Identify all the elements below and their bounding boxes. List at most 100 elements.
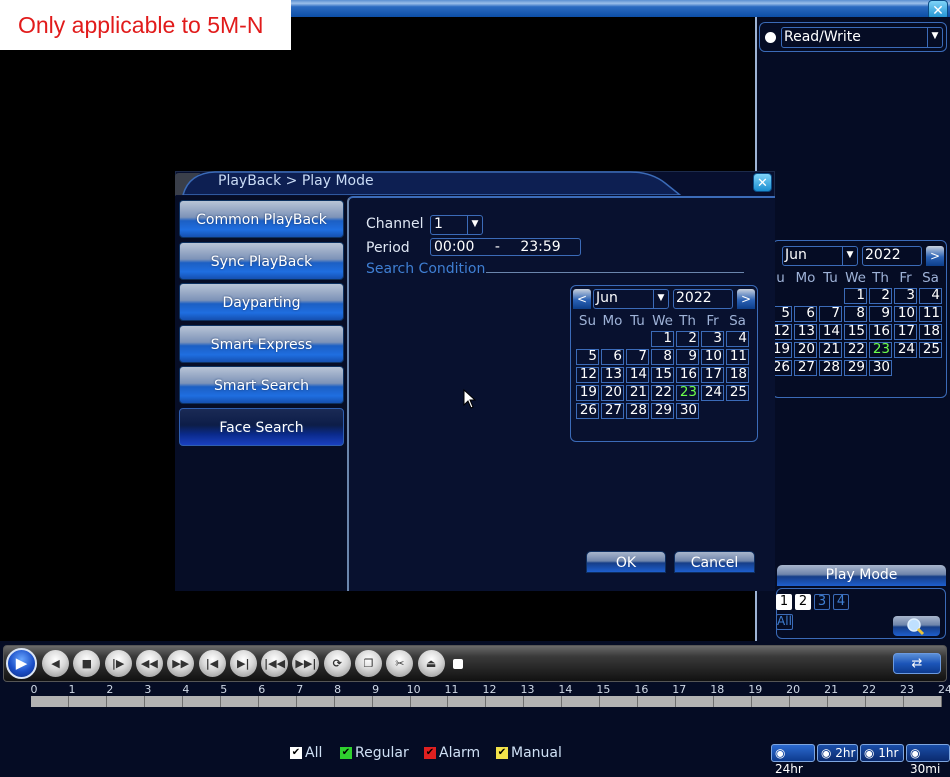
timeline-segment[interactable] (676, 696, 715, 707)
checkbox-all[interactable]: ✔ (290, 747, 302, 759)
frame-step-icon[interactable]: |▶ (104, 650, 132, 677)
calendar-day[interactable]: 2 (676, 331, 699, 347)
bg-calendar-day[interactable]: 26 (773, 360, 792, 376)
bg-calendar-day[interactable]: 20 (794, 342, 817, 358)
bg-calendar-day[interactable]: 17 (894, 324, 917, 340)
timeline-segment[interactable] (144, 696, 183, 707)
calendar-year[interactable]: 2022 (673, 289, 733, 309)
timeline-segment[interactable] (68, 696, 107, 707)
bg-calendar-year[interactable]: 2022 (862, 246, 922, 266)
calendar-day[interactable]: 24 (701, 385, 724, 401)
calendar-day[interactable]: 9 (676, 349, 699, 365)
cancel-button[interactable]: Cancel (674, 551, 755, 573)
timeline-segment[interactable] (334, 696, 373, 707)
bg-calendar-day[interactable]: 10 (894, 306, 917, 322)
timeline-segment[interactable] (752, 696, 791, 707)
reverse-play-icon[interactable]: ◀ (42, 650, 69, 677)
calendar-day[interactable]: 12 (576, 367, 599, 383)
calendar-month-select[interactable]: Jun ▼ (593, 289, 669, 309)
all-channels-toggle[interactable]: All (776, 614, 793, 630)
period-input[interactable]: 00:00 - 23:59 (430, 238, 581, 256)
bg-calendar-day[interactable]: 1 (844, 288, 867, 304)
bg-calendar-day[interactable]: 15 (844, 324, 867, 340)
timeline-segment[interactable] (258, 696, 297, 707)
calendar-day[interactable]: 14 (626, 367, 649, 383)
bg-calendar-day[interactable]: 22 (844, 342, 867, 358)
calendar-day[interactable]: 18 (726, 367, 749, 383)
channel-3-toggle[interactable]: 3 (814, 594, 830, 610)
legend-manual[interactable]: ✔ Manual (496, 745, 562, 761)
disk-mode-select[interactable]: Read/Write ▼ (781, 27, 943, 48)
channel-4-toggle[interactable]: 4 (833, 594, 849, 610)
bg-calendar-day[interactable]: 5 (773, 306, 792, 322)
timeline-segment[interactable] (903, 696, 942, 707)
bg-calendar-day[interactable]: 28 (819, 360, 842, 376)
menu-face-search[interactable]: Face Search (179, 408, 344, 446)
zoom-1hr-button[interactable]: ◉ 1hr (860, 744, 904, 762)
fast-forward-icon[interactable]: ▶▶ (167, 650, 195, 677)
rewind-icon[interactable]: ◀◀ (135, 650, 163, 677)
bg-calendar-day[interactable]: 21 (819, 342, 842, 358)
bg-calendar-day[interactable]: 3 (894, 288, 917, 304)
calendar-day[interactable]: 11 (726, 349, 749, 365)
calendar-day[interactable]: 8 (651, 349, 674, 365)
chevron-down-icon[interactable]: ▼ (467, 216, 482, 234)
calendar-day[interactable]: 22 (651, 385, 674, 401)
zoom-30min-button[interactable]: ◉ 30mi (906, 744, 950, 776)
bg-calendar-next-button[interactable]: > (926, 246, 944, 266)
checkbox-regular[interactable]: ✔ (340, 747, 352, 759)
calendar-next-button[interactable]: > (737, 289, 755, 309)
previous-file-icon[interactable]: |◀◀ (261, 650, 289, 677)
legend-regular[interactable]: ✔ Regular (340, 745, 409, 761)
channel-1-toggle[interactable]: 1 (776, 594, 792, 610)
timeline-segment[interactable] (714, 696, 753, 707)
calendar-day[interactable]: 5 (576, 349, 599, 365)
timeline-segment[interactable] (296, 696, 335, 707)
chevron-down-icon[interactable]: ▼ (927, 28, 942, 47)
calendar-day[interactable]: 1 (651, 331, 674, 347)
bg-calendar-month-select[interactable]: Jun ▼ (782, 246, 858, 266)
calendar-day[interactable]: 6 (601, 349, 624, 365)
chevron-down-icon[interactable]: ▼ (842, 247, 857, 265)
bg-calendar-day[interactable]: 30 (869, 360, 892, 376)
bg-calendar-day[interactable]: 25 (919, 342, 942, 358)
bg-calendar-day[interactable]: 6 (794, 306, 817, 322)
timeline-segment[interactable] (828, 696, 866, 707)
fullscreen-icon[interactable]: ❐ (355, 650, 382, 677)
calendar-day[interactable]: 27 (601, 403, 624, 419)
calendar-day[interactable]: 3 (701, 331, 724, 347)
bg-calendar-day[interactable]: 29 (844, 360, 867, 376)
bg-calendar-day[interactable]: 27 (794, 360, 817, 376)
legend-alarm[interactable]: ✔ Alarm (424, 745, 480, 761)
timeline-segment[interactable] (31, 696, 69, 707)
checkbox-alarm[interactable]: ✔ (424, 747, 436, 759)
search-button[interactable] (893, 616, 940, 636)
bg-calendar-day[interactable]: 4 (919, 288, 942, 304)
calendar-day[interactable]: 29 (651, 403, 674, 419)
timeline-segment[interactable] (562, 696, 601, 707)
calendar-day[interactable]: 17 (701, 367, 724, 383)
bg-calendar-day[interactable]: 23 (869, 342, 892, 358)
timeline-segment[interactable] (600, 696, 639, 707)
bg-calendar-day[interactable]: 12 (773, 324, 792, 340)
menu-smart-search[interactable]: Smart Search (179, 366, 344, 404)
timeline-segment[interactable] (486, 696, 525, 707)
menu-sync-playback[interactable]: Sync PlayBack (179, 242, 344, 280)
calendar-day[interactable]: 30 (676, 403, 699, 419)
play-icon[interactable]: ▶ (6, 648, 37, 679)
timeline-segment[interactable] (448, 696, 487, 707)
calendar-day[interactable]: 10 (701, 349, 724, 365)
bg-calendar-day[interactable]: 7 (819, 306, 842, 322)
timeline-segment[interactable] (372, 696, 411, 707)
timeline-segment[interactable] (220, 696, 259, 707)
calendar-day[interactable]: 25 (726, 385, 749, 401)
calendar-day[interactable]: 26 (576, 403, 599, 419)
calendar-day[interactable]: 15 (651, 367, 674, 383)
previous-frame-icon[interactable]: |◀ (198, 650, 226, 677)
timeline-segment[interactable] (790, 696, 829, 707)
bg-calendar-day[interactable]: 14 (819, 324, 842, 340)
timeline-segment[interactable] (865, 696, 904, 707)
bg-calendar-day[interactable]: 16 (869, 324, 892, 340)
chevron-down-icon[interactable]: ▼ (653, 290, 668, 308)
switch-view-button[interactable]: ⇄ (893, 653, 941, 674)
